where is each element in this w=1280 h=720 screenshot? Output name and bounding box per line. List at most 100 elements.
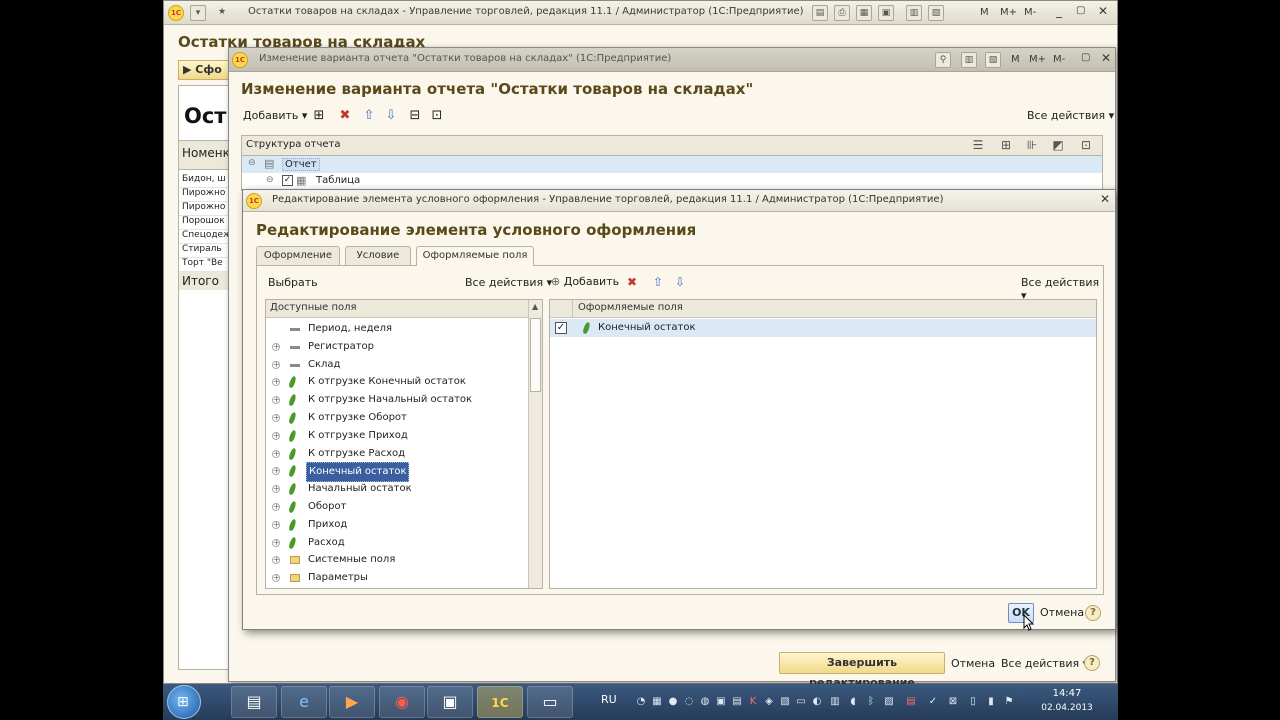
tray-icon[interactable]: ● <box>667 696 679 708</box>
move-down-icon[interactable]: ⇩ <box>383 108 399 124</box>
help-icon[interactable]: ? <box>1084 655 1100 671</box>
print-icon[interactable]: ⎙ <box>834 5 850 21</box>
tray-icon[interactable]: ▯ <box>967 696 979 708</box>
tray-icon[interactable]: ▭ <box>795 696 807 708</box>
report-row[interactable]: Пирожно <box>179 188 229 202</box>
available-field-row[interactable]: + К отгрузке Начальный остаток <box>266 391 542 409</box>
1c-taskbar-icon[interactable]: 1C <box>477 686 523 718</box>
maximize-icon[interactable]: ▢ <box>1081 52 1090 63</box>
structure-row-report[interactable]: ⊖ ▤ Отчет <box>242 156 1102 173</box>
language-indicator[interactable]: RU <box>601 693 617 706</box>
memory-minus-button[interactable]: M- <box>1053 54 1065 65</box>
add-group-icon[interactable]: ⊞ <box>311 108 327 124</box>
format-column-icon[interactable]: ◩ <box>1050 138 1066 153</box>
available-field-row[interactable]: + Склад <box>266 356 542 374</box>
expand-icon[interactable]: + <box>272 431 280 440</box>
available-field-row[interactable]: + К отгрузке Конечный остаток <box>266 373 542 391</box>
add-field-button[interactable]: ⊕ Добавить <box>551 275 619 288</box>
expand-icon[interactable]: + <box>272 574 280 583</box>
variant-all-actions-button[interactable]: Все действия ▾ <box>1001 657 1088 670</box>
star-icon[interactable]: ★ <box>214 5 230 21</box>
expand-icon[interactable]: + <box>272 538 280 547</box>
available-field-row[interactable]: + Регистратор <box>266 338 542 356</box>
save-taskbar-icon[interactable]: ▣ <box>427 686 473 718</box>
move-up-icon[interactable]: ⇧ <box>653 275 663 289</box>
volume-icon[interactable]: ◖ <box>847 696 859 708</box>
save-icon[interactable]: ▦ <box>856 5 872 21</box>
available-field-row[interactable]: + К отгрузке Оборот <box>266 409 542 427</box>
memory-button[interactable]: M <box>980 7 989 18</box>
expand-icon[interactable]: + <box>272 556 280 565</box>
tray-icon[interactable]: ▧ <box>779 696 791 708</box>
network-icon[interactable]: ▮ <box>985 696 997 708</box>
close-icon[interactable]: ✕ <box>1098 4 1108 18</box>
tab-condition[interactable]: Условие <box>345 246 411 265</box>
tray-icon[interactable]: ▦ <box>651 696 663 708</box>
available-field-row[interactable]: + Расход <box>266 534 542 552</box>
flag-icon[interactable]: ⚑ <box>1003 696 1015 708</box>
formatted-field-checkbox[interactable]: ✓ <box>555 322 567 334</box>
report-row[interactable]: Порошок <box>179 216 229 230</box>
expand-icon[interactable]: + <box>272 485 280 494</box>
tab-formatting[interactable]: Оформление <box>256 246 340 265</box>
available-fields-list[interactable]: Доступные поля ▲ Период, неделя + Регистра… <box>265 299 543 589</box>
start-button[interactable]: ⊞ <box>167 685 201 719</box>
order-column-icon[interactable]: ⊪ <box>1024 138 1040 153</box>
group-icon[interactable]: ⊟ <box>407 108 423 124</box>
expand-icon[interactable]: + <box>272 360 280 369</box>
expand-icon[interactable]: + <box>272 378 280 387</box>
menu-icon[interactable]: ▾ <box>190 5 206 21</box>
expand-icon[interactable]: + <box>272 467 280 476</box>
collapse-icon[interactable]: ⊖ <box>248 158 256 168</box>
expand-icon[interactable]: + <box>272 414 280 422</box>
available-field-row[interactable]: + Конечный остаток <box>266 462 542 483</box>
expand-icon[interactable]: + <box>272 503 280 511</box>
memory-plus-button[interactable]: M+ <box>1000 7 1017 18</box>
available-field-row[interactable]: + Оборот <box>266 498 542 516</box>
available-field-row[interactable]: Период, неделя <box>266 320 542 338</box>
delete-icon[interactable]: ✖ <box>627 275 637 289</box>
formatted-fields-list[interactable]: Оформляемые поля ✓ Конечный остаток <box>549 299 1097 589</box>
selection-column-icon[interactable]: ☰ <box>970 138 986 153</box>
available-field-row[interactable]: + К отгрузке Приход <box>266 427 542 445</box>
calculator-icon[interactable]: ▥ <box>906 5 922 21</box>
available-field-row[interactable]: + Приход <box>266 516 542 534</box>
bluetooth-icon[interactable]: ᛒ <box>865 696 877 708</box>
tray-icon[interactable]: ◍ <box>699 696 711 708</box>
tray-icon[interactable]: ▤ <box>731 696 743 708</box>
expand-icon[interactable]: + <box>272 520 280 529</box>
clock-date[interactable]: 02.04.2013 <box>1037 703 1097 713</box>
report-icon[interactable]: ▣ <box>878 5 894 21</box>
report-row[interactable]: Бидон, ш <box>179 174 229 188</box>
report-row[interactable]: Стираль <box>179 244 229 258</box>
memory-minus-button[interactable]: M- <box>1024 7 1036 18</box>
available-field-row[interactable]: + Начальный остаток <box>266 480 542 498</box>
tray-icon[interactable]: ✓ <box>927 696 939 708</box>
internet-explorer-taskbar-icon[interactable]: e <box>281 686 327 718</box>
minimize-icon[interactable]: _ <box>1056 4 1062 18</box>
report-row[interactable]: Пирожно <box>179 202 229 216</box>
variant-cancel-link[interactable]: Отмена <box>951 657 995 670</box>
tray-icon[interactable]: ▥ <box>829 696 841 708</box>
expand-icon[interactable]: + <box>272 342 280 351</box>
expand-icon[interactable]: + <box>272 449 280 458</box>
tray-icon[interactable]: ◈ <box>763 696 775 708</box>
formatted-field-row[interactable]: ✓ Конечный остаток <box>550 319 1096 337</box>
tab-formatted-fields[interactable]: Оформляемые поля <box>416 246 534 266</box>
collapse-icon[interactable]: ⊖ <box>266 175 274 185</box>
tray-icon[interactable]: K <box>747 696 759 708</box>
scroll-up-icon[interactable]: ▲ <box>532 302 538 311</box>
tray-icon[interactable]: ◌ <box>683 696 695 708</box>
dialog-cancel-link[interactable]: Отмена <box>1040 606 1084 619</box>
tray-icon[interactable]: ◔ <box>635 696 647 708</box>
report-row[interactable]: Спецодеж <box>179 230 229 244</box>
available-field-row[interactable]: + К отгрузке Расход <box>266 445 542 463</box>
remote-desktop-taskbar-icon[interactable]: ▭ <box>527 686 573 718</box>
delete-icon[interactable]: ✖ <box>337 108 353 124</box>
tray-icon[interactable]: ▤ <box>905 696 917 708</box>
maximize-icon[interactable]: ▢ <box>1076 5 1085 16</box>
chrome-taskbar-icon[interactable]: ◉ <box>379 686 425 718</box>
filter-column-icon[interactable]: ⊞ <box>998 138 1014 153</box>
available-field-row[interactable]: + Системные поля <box>266 551 542 569</box>
settings-column-icon[interactable]: ⊡ <box>1078 138 1094 153</box>
